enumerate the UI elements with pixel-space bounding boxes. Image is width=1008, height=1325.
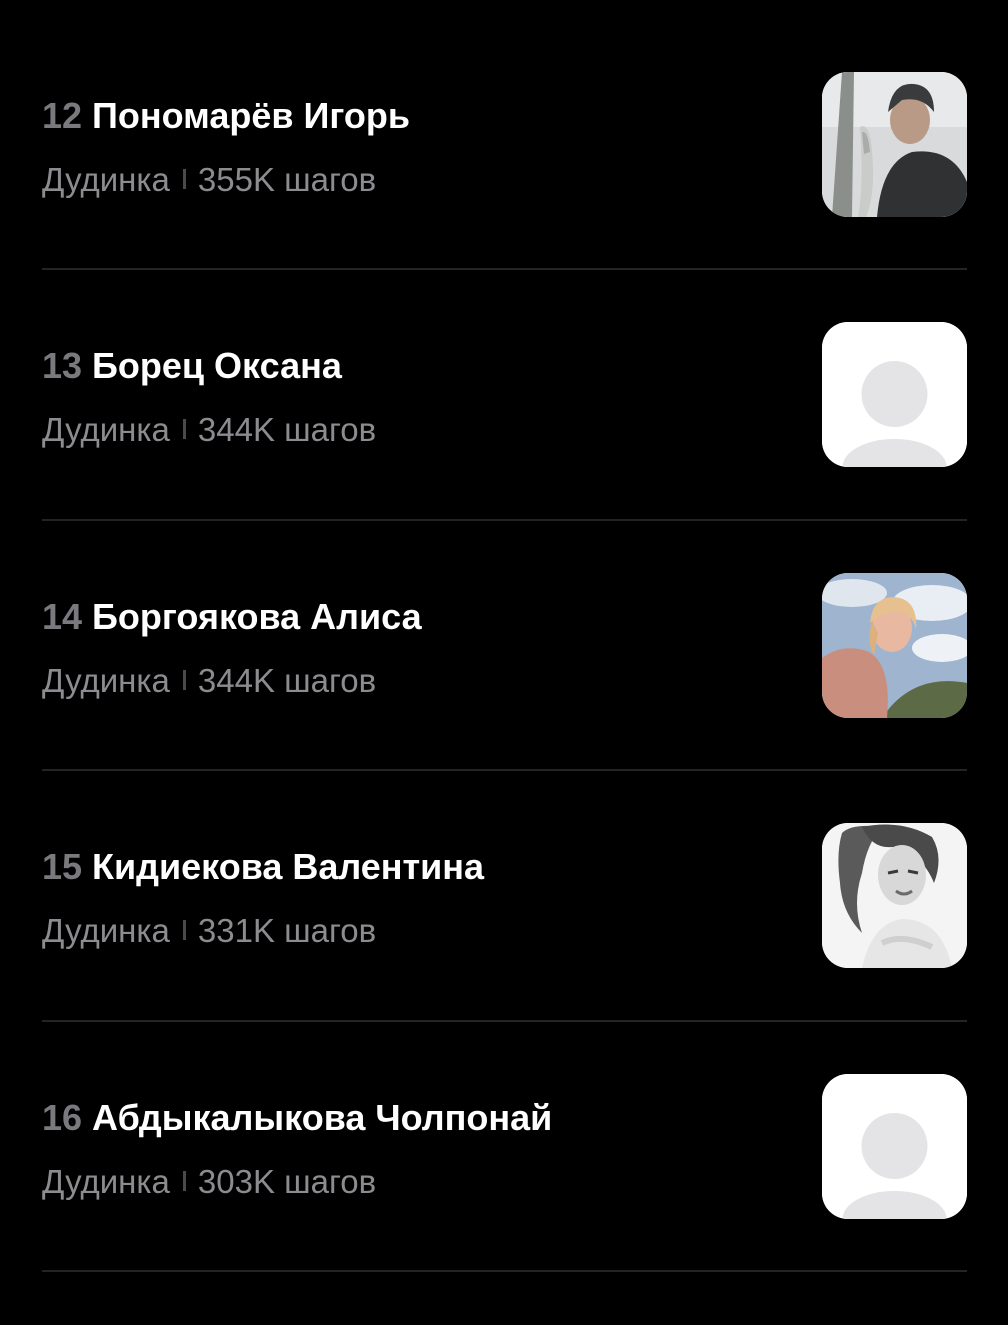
row-divider [42,1270,967,1272]
leaderboard-row[interactable]: 16 Абдыкалыкова Чолпонай Дудинка 303K шаго… [0,1074,1008,1325]
avatar-image [822,573,967,718]
city-label: Дудинка [42,662,170,699]
participant-name: Пономарёв Игорь [92,95,410,136]
row-divider [42,1020,967,1022]
leaderboard-row[interactable]: 13 Борец Оксана Дудинка 344K шагов [0,322,1008,573]
avatar-image [822,823,967,968]
row-title: 16 Абдыкалыкова Чолпонай [42,1096,552,1140]
rank-number: 16 [42,1097,83,1138]
rank-number: 12 [42,95,83,136]
avatar-image [822,72,967,217]
leaderboard-list: 12 Пономарёв Игорь Дудинка 355K шагов 13 Бо… [0,0,1008,1280]
separator [182,1171,186,1191]
leaderboard-row[interactable]: 12 Пономарёв Игорь Дудинка 355K шагов [0,72,1008,323]
row-divider [42,519,967,521]
avatar-photo-woman-sky[interactable] [822,573,967,718]
row-title: 15 Кидиекова Валентина [42,845,484,889]
separator [182,169,186,189]
steps-count: 344K шагов [197,411,377,448]
leaderboard-row[interactable]: 15 Кидиекова Валентина Дудинка 331K шагов [0,823,1008,1074]
separator [182,419,186,439]
participant-name: Боргоякова Алиса [92,596,422,637]
participant-name: Абдыкалыкова Чолпонай [92,1097,553,1138]
row-subtitle: Дудинка 303K шагов [42,1162,376,1202]
separator [182,670,186,690]
steps-count: 331K шагов [197,912,377,949]
steps-count: 344K шагов [197,662,377,699]
row-subtitle: Дудинка 355K шагов [42,160,376,200]
leaderboard-row[interactable]: 14 Боргоякова Алиса Дудинка 344K шагов [0,573,1008,824]
participant-name: Кидиекова Валентина [92,846,485,887]
row-subtitle: Дудинка 344K шагов [42,661,376,701]
user-placeholder-icon [822,1074,967,1219]
avatar-placeholder[interactable] [822,322,967,467]
row-subtitle: Дудинка 344K шагов [42,410,376,450]
avatar-placeholder[interactable] [822,1074,967,1219]
row-title: 14 Боргоякова Алиса [42,595,422,639]
rank-number: 14 [42,596,83,637]
city-label: Дудинка [42,411,170,448]
steps-count: 355K шагов [197,161,377,198]
row-subtitle: Дудинка 331K шагов [42,911,376,951]
separator [182,920,186,940]
row-title: 13 Борец Оксана [42,344,342,388]
user-placeholder-icon [822,322,967,467]
row-title: 12 Пономарёв Игорь [42,94,410,138]
row-divider [42,769,967,771]
avatar-photo-man-with-fish[interactable] [822,72,967,217]
steps-count: 303K шагов [197,1163,377,1200]
rank-number: 13 [42,345,83,386]
participant-name: Борец Оксана [92,345,342,386]
city-label: Дудинка [42,161,170,198]
avatar-photo-woman-portrait[interactable] [822,823,967,968]
city-label: Дудинка [42,912,170,949]
city-label: Дудинка [42,1163,170,1200]
rank-number: 15 [42,846,83,887]
row-divider [42,268,967,270]
